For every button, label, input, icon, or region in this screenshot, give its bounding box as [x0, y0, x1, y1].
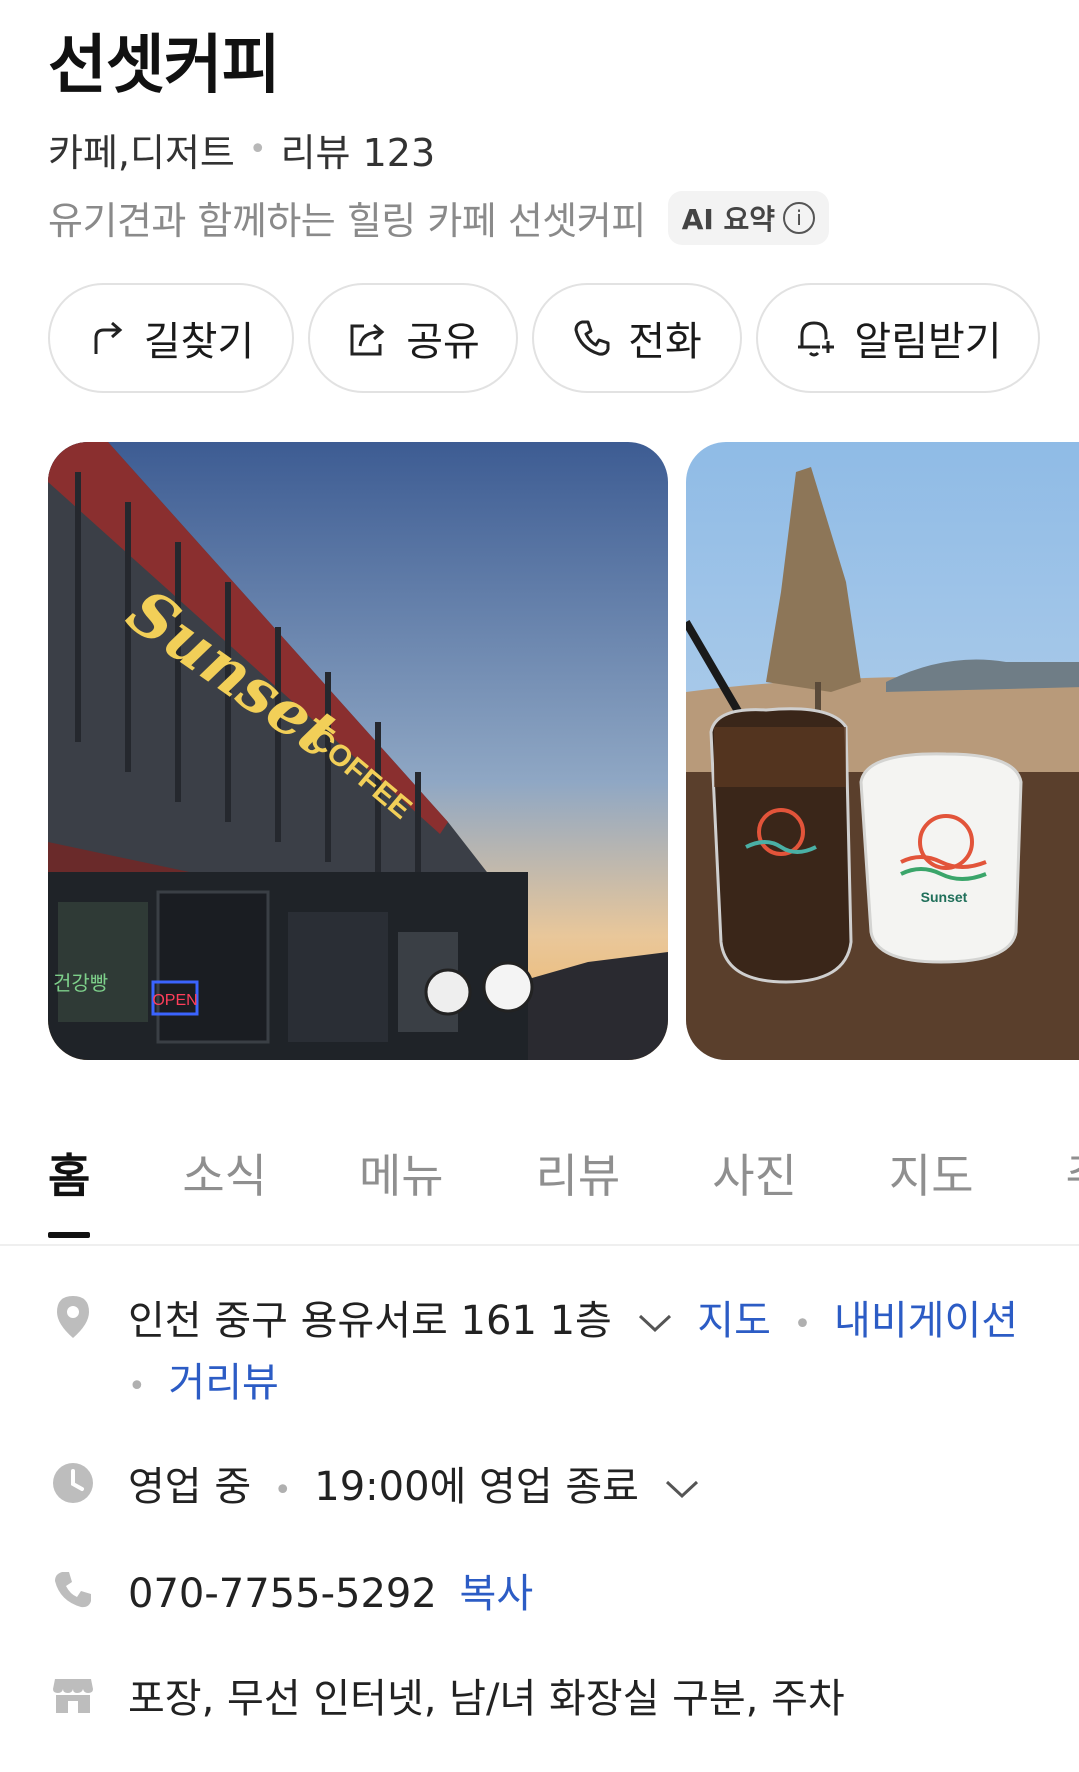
copy-phone-link[interactable]: 복사	[460, 1571, 534, 1617]
place-meta: 카페,디저트 • 리뷰 123	[48, 122, 435, 177]
share-label: 공유	[406, 319, 480, 365]
call-button[interactable]: 전화	[532, 283, 742, 393]
address-text: 인천 중구 용유서로 161 1층	[128, 1298, 612, 1344]
clock-icon	[48, 1458, 98, 1508]
separator-dot: •	[793, 1307, 812, 1342]
address-row: 인천 중구 용유서로 161 1층 지도 • 내비게이션 • 거리뷰	[48, 1292, 1018, 1416]
tab-bar: 홈 소식 메뉴 리뷰 사진 지도 주	[48, 1140, 1079, 1206]
hours-row: 영업 중 • 19:00에 영업 종료	[48, 1458, 712, 1520]
info-icon: i	[783, 201, 816, 234]
share-button[interactable]: 공유	[308, 283, 518, 393]
amenities-row: 포장, 무선 인터넷, 남/녀 화장실 구분, 주차	[48, 1670, 845, 1728]
call-label: 전화	[628, 319, 702, 365]
place-detail-page: 선셋커피 카페,디저트 • 리뷰 123 유기견과 함께하는 힐링 카페 선셋커…	[0, 0, 1079, 1772]
place-category: 카페,디저트	[48, 131, 235, 175]
separator-dot: •	[248, 132, 267, 167]
storefront-image: OPEN 건강빵 Sunset COFFEE	[48, 442, 668, 1060]
chevron-down-icon[interactable]	[637, 1312, 673, 1334]
active-tab-indicator	[48, 1232, 90, 1238]
notification-label: 알림받기	[854, 319, 1002, 365]
directions-label: 길찾기	[143, 319, 255, 365]
separator-dot: •	[128, 1369, 146, 1404]
open-status: 영업 중	[128, 1464, 252, 1510]
streetview-link[interactable]: 거리뷰	[168, 1360, 278, 1406]
drink-image: Sunset	[686, 442, 1079, 1060]
map-link[interactable]: 지도	[697, 1298, 771, 1344]
notification-button[interactable]: 알림받기	[756, 283, 1040, 393]
photo-carousel[interactable]: OPEN 건강빵 Sunset COFFEE Sunset	[48, 442, 1079, 1060]
review-count-link[interactable]: 리뷰 123	[281, 122, 436, 177]
phone-number[interactable]: 070-7755-5292	[128, 1571, 437, 1617]
phone-row: 070-7755-5292 복사	[48, 1565, 533, 1623]
drink-photo[interactable]: Sunset	[686, 442, 1079, 1060]
phone-info: 070-7755-5292 복사	[128, 1565, 533, 1623]
navigation-link[interactable]: 내비게이션	[834, 1298, 1018, 1344]
store-icon	[48, 1670, 98, 1720]
directions-arrow-icon	[94, 321, 123, 354]
tab-surrounding[interactable]: 주	[1066, 1140, 1079, 1206]
chevron-down-icon[interactable]	[664, 1478, 700, 1500]
tab-map[interactable]: 지도	[889, 1140, 974, 1206]
ai-summary-badge[interactable]: AI 요약 i	[667, 190, 830, 245]
tab-news[interactable]: 소식	[182, 1140, 267, 1206]
tab-menu[interactable]: 메뉴	[359, 1140, 444, 1206]
tabs-divider	[0, 1244, 1079, 1246]
phone-icon	[48, 1565, 98, 1615]
bell-plus-icon	[798, 321, 837, 357]
storefront-photo[interactable]: OPEN 건강빵 Sunset COFFEE	[48, 442, 668, 1060]
location-pin-icon	[48, 1292, 98, 1342]
cup-logo-text: Sunset	[921, 889, 968, 905]
directions-button[interactable]: 길찾기	[48, 283, 294, 393]
tab-reviews[interactable]: 리뷰	[536, 1140, 621, 1206]
ai-summary-label: AI 요약	[681, 202, 776, 236]
hours-info: 영업 중 • 19:00에 영업 종료	[128, 1458, 712, 1520]
share-icon	[350, 323, 385, 356]
place-title: 선셋커피	[48, 29, 281, 103]
summary-row: 유기견과 함께하는 힐링 카페 선셋커피 AI 요약 i	[48, 190, 830, 245]
address-info: 인천 중구 용유서로 161 1층 지도 • 내비게이션 • 거리뷰	[128, 1292, 1018, 1416]
separator-dot: •	[273, 1473, 292, 1508]
tab-home[interactable]: 홈	[48, 1140, 90, 1206]
closing-time: 19:00에 영업 종료	[314, 1464, 639, 1510]
amenities-text: 포장, 무선 인터넷, 남/녀 화장실 구분, 주차	[128, 1676, 845, 1722]
open-sign-text: OPEN	[152, 992, 197, 1009]
tab-photos[interactable]: 사진	[712, 1140, 797, 1206]
place-summary: 유기견과 함께하는 힐링 카페 선셋커피	[48, 199, 646, 243]
phone-icon	[574, 320, 610, 356]
action-buttons: 길찾기 공유 전화 알림받기	[48, 283, 1040, 393]
window-sign-text: 건강빵	[53, 971, 108, 995]
